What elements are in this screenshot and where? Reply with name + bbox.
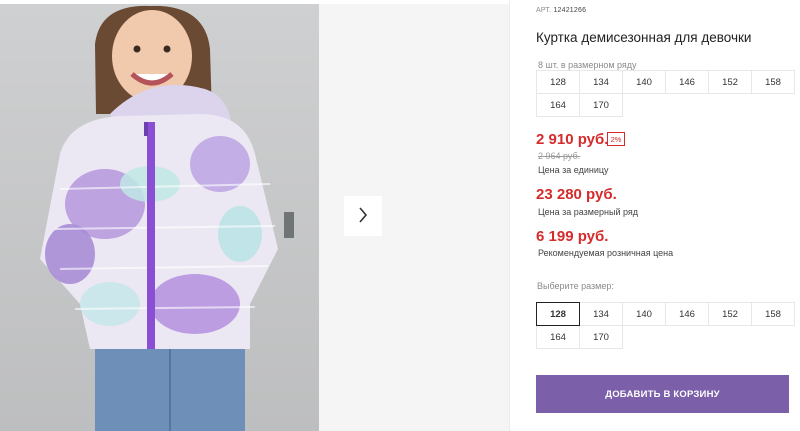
article-label: АРТ.: [536, 7, 552, 14]
size-option-146[interactable]: 146: [665, 302, 709, 326]
pack-size-cell: 164: [536, 93, 580, 117]
pack-size-label: 8 шт. в размерном ряду: [538, 60, 637, 70]
product-photo: [0, 4, 319, 431]
old-price: 2 964 руб.: [538, 151, 581, 161]
pack-size-cell: 140: [622, 70, 666, 94]
product-title: Куртка демисезонная для девочки: [536, 30, 752, 45]
size-option-128[interactable]: 128: [536, 302, 580, 326]
retail-price-caption: Рекомендуемая розничная цена: [538, 248, 674, 258]
size-option-158[interactable]: 158: [751, 302, 795, 326]
size-option-140[interactable]: 140: [622, 302, 666, 326]
product-photo-image: [0, 4, 319, 431]
pack-price-caption: Цена за размерный ряд: [538, 207, 639, 217]
pack-price: 23 280 руб.: [536, 186, 617, 203]
pack-size-cell: 134: [579, 70, 623, 94]
pack-size-cell: 170: [579, 93, 623, 117]
size-option-164[interactable]: 164: [536, 325, 580, 349]
size-option-152[interactable]: 152: [708, 302, 752, 326]
retail-price: 6 199 руб.: [536, 228, 609, 245]
discount-badge: 2%: [607, 132, 625, 146]
chevron-right-icon: [358, 206, 368, 226]
pack-size-cell: 152: [708, 70, 752, 94]
column-divider: [509, 0, 510, 431]
article-value: 12421266: [553, 7, 587, 14]
choose-size-label: Выберите размер:: [537, 281, 614, 291]
add-to-cart-button[interactable]: ДОБАВИТЬ В КОРЗИНУ: [536, 375, 789, 413]
unit-price: 2 910 руб.: [536, 131, 609, 148]
pack-size-cell: 146: [665, 70, 709, 94]
pack-size-cell: 128: [536, 70, 580, 94]
pack-size-cell: 158: [751, 70, 795, 94]
size-selector: 128 134 140 146 152 158 164 170: [536, 302, 795, 349]
unit-price-caption: Цена за единицу: [538, 165, 609, 175]
size-option-170[interactable]: 170: [579, 325, 623, 349]
size-option-134[interactable]: 134: [579, 302, 623, 326]
article-number: АРТ. 12421266: [536, 7, 586, 14]
product-gallery: [0, 0, 509, 431]
gallery-next-button[interactable]: [344, 196, 382, 236]
pack-size-grid: 128 134 140 146 152 158 164 170: [536, 70, 795, 117]
